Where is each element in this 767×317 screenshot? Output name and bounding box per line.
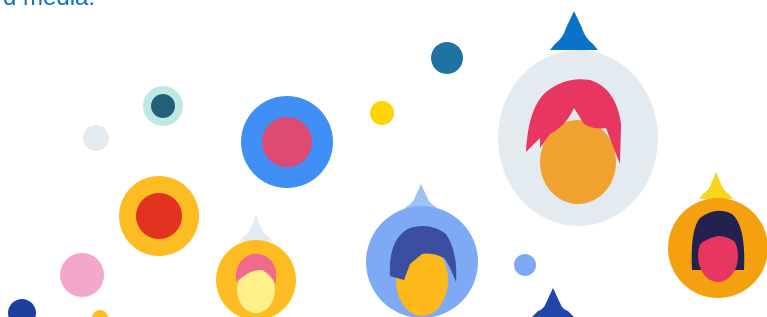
mint-target-dot [143, 86, 183, 126]
blue-target-dot [241, 96, 333, 188]
periwinkle-dot [514, 254, 536, 276]
yellow-pin [699, 172, 733, 199]
orange-target-dot [119, 176, 199, 256]
blue-pin [550, 11, 598, 50]
navy-pin [532, 288, 574, 317]
grey-dot [83, 125, 109, 151]
people-bubbles-illustration [8, 11, 767, 317]
navy-dot [8, 299, 36, 317]
woman-avatar-icon [216, 215, 296, 317]
woman-avatar-icon [668, 172, 767, 298]
illustration-canvas: d media. [0, 0, 767, 317]
teal-dot [431, 42, 463, 74]
yellow-dot [370, 101, 394, 125]
woman-avatar-icon [498, 11, 658, 226]
pink-dot [60, 253, 104, 297]
man-avatar-icon [366, 184, 478, 317]
light-grey-pin [239, 215, 273, 242]
amber-dot [92, 310, 108, 317]
